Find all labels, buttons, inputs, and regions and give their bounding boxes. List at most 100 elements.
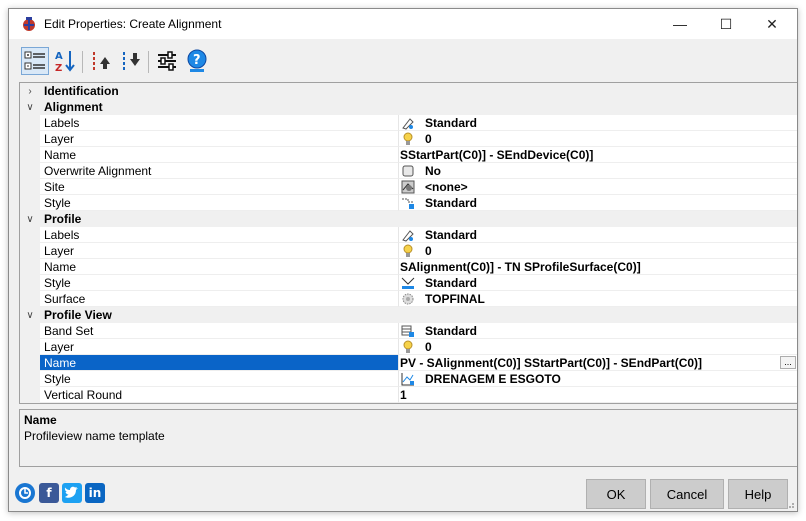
maximize-button[interactable]: ☐ xyxy=(703,9,749,39)
category-profile-view[interactable]: ∨ Profile View xyxy=(20,307,797,323)
lightbulb-icon xyxy=(403,340,413,353)
settings-button[interactable] xyxy=(153,47,181,75)
property-name: Style xyxy=(40,371,398,387)
property-row-site[interactable]: Site <none> xyxy=(20,179,797,195)
app-icon xyxy=(23,17,35,31)
title-bar: Edit Properties: Create Alignment — ☐ ✕ xyxy=(9,9,797,39)
property-value[interactable]: 0 xyxy=(398,243,797,259)
property-value[interactable]: Standard xyxy=(398,227,797,243)
close-icon: ✕ xyxy=(766,15,778,32)
category-profile[interactable]: ∨ Profile xyxy=(20,211,797,227)
property-name: Name xyxy=(40,147,398,163)
edit-properties-dialog: Edit Properties: Create Alignment — ☐ ✕ … xyxy=(8,8,798,512)
category-label: Profile xyxy=(44,212,82,226)
category-identification[interactable]: › Identification xyxy=(20,83,797,99)
property-row-alignment-style[interactable]: Style Standard xyxy=(20,195,797,211)
property-name: Vertical Round xyxy=(40,387,398,403)
property-row-alignment-labels[interactable]: Labels Standard xyxy=(20,115,797,131)
property-value[interactable]: Standard xyxy=(398,275,797,291)
property-row-alignment-name[interactable]: Name SStartPart(C0)] - SEndDevice(C0)] xyxy=(20,147,797,163)
property-value[interactable]: Standard xyxy=(398,195,797,211)
move-up-button[interactable] xyxy=(87,47,115,75)
move-up-icon xyxy=(93,52,110,70)
help-icon: ? xyxy=(187,49,207,72)
minimize-button[interactable]: — xyxy=(657,9,703,39)
property-row-profile-view-layer[interactable]: Layer 0 xyxy=(20,339,797,355)
property-grid: › Identification ∨ Alignment Labels Stan… xyxy=(19,82,797,404)
property-value[interactable]: 0 xyxy=(398,339,797,355)
close-button[interactable]: ✕ xyxy=(749,9,795,39)
category-label: Alignment xyxy=(44,100,103,114)
property-row-profile-view-style[interactable]: Style DRENAGEM E ESGOTO xyxy=(20,371,797,387)
linkedin-icon[interactable]: in xyxy=(85,483,105,503)
property-row-alignment-layer[interactable]: Layer 0 xyxy=(20,131,797,147)
property-name: Overwrite Alignment xyxy=(40,163,398,179)
property-row-profile-labels[interactable]: Labels Standard xyxy=(20,227,797,243)
property-name: Layer xyxy=(40,131,398,147)
svg-text:A: A xyxy=(55,51,63,62)
property-value[interactable]: No xyxy=(398,163,797,179)
checkbox-icon xyxy=(402,165,414,177)
category-label: Profile View xyxy=(44,308,112,322)
community-icon[interactable] xyxy=(15,483,35,503)
property-value[interactable]: Standard xyxy=(398,323,797,339)
lightbulb-icon xyxy=(403,244,413,257)
help-button[interactable]: ? xyxy=(183,47,211,75)
description-title: Name xyxy=(24,413,57,427)
ellipsis-button[interactable]: ... xyxy=(780,356,796,369)
band-set-icon xyxy=(401,325,414,337)
help-button-footer[interactable]: Help xyxy=(728,479,788,509)
property-name: Site xyxy=(40,179,398,195)
move-down-button[interactable] xyxy=(117,47,145,75)
property-name: Style xyxy=(40,195,398,211)
property-row-overwrite-alignment[interactable]: Overwrite Alignment No xyxy=(20,163,797,179)
property-value[interactable]: SStartPart(C0)] - SEndDevice(C0)] xyxy=(398,147,797,163)
property-row-profile-layer[interactable]: Layer 0 xyxy=(20,243,797,259)
property-name: Name xyxy=(40,259,398,275)
chevron-down-icon[interactable]: ∨ xyxy=(24,307,36,323)
property-value[interactable]: 0 xyxy=(398,131,797,147)
twitter-icon[interactable] xyxy=(62,483,82,503)
property-name: Labels xyxy=(40,227,398,243)
property-row-band-set[interactable]: Band Set Standard xyxy=(20,323,797,339)
resize-grip-icon[interactable] xyxy=(785,499,795,509)
property-row-profile-style[interactable]: Style Standard xyxy=(20,275,797,291)
cancel-button[interactable]: Cancel xyxy=(650,479,724,509)
site-icon xyxy=(401,180,415,194)
categorized-view-icon xyxy=(24,51,45,70)
surface-icon xyxy=(402,293,414,305)
property-row-profile-view-name[interactable]: Name PV - SAlignment(C0)] SStartPart(C0)… xyxy=(20,355,797,371)
svg-text:Z: Z xyxy=(55,63,62,73)
property-row-vertical-round[interactable]: Vertical Round 1 xyxy=(20,387,797,403)
description-panel: Name Profileview name template xyxy=(19,409,797,467)
sort-alphabetical-button[interactable]: A Z xyxy=(51,47,79,75)
property-row-surface[interactable]: Surface TOPFINAL xyxy=(20,291,797,307)
style-icon xyxy=(402,198,414,209)
property-value[interactable]: TOPFINAL xyxy=(398,291,797,307)
property-row-profile-name[interactable]: Name SAlignment(C0)] - TN SProfileSurfac… xyxy=(20,259,797,275)
category-alignment[interactable]: ∨ Alignment xyxy=(20,99,797,115)
property-value[interactable]: 1 xyxy=(398,387,797,403)
property-value[interactable]: Standard xyxy=(398,115,797,131)
property-value[interactable]: <none> xyxy=(398,179,797,195)
property-value[interactable]: SAlignment(C0)] - TN SProfileSurface(C0)… xyxy=(398,259,797,275)
category-label: Identification xyxy=(44,84,119,98)
facebook-icon[interactable]: f xyxy=(39,483,59,503)
property-name: Layer xyxy=(40,243,398,259)
chevron-down-icon[interactable]: ∨ xyxy=(24,211,36,227)
chevron-right-icon[interactable]: › xyxy=(24,83,36,99)
lightbulb-icon xyxy=(403,132,413,145)
svg-text:?: ? xyxy=(193,53,201,68)
categorized-view-button[interactable] xyxy=(21,47,49,75)
sliders-icon xyxy=(158,51,176,71)
ok-button[interactable]: OK xyxy=(586,479,646,509)
property-value[interactable]: DRENAGEM E ESGOTO xyxy=(398,371,797,387)
maximize-icon: ☐ xyxy=(719,15,733,32)
property-value[interactable]: PV - SAlignment(C0)] SStartPart(C0)] - S… xyxy=(398,355,797,371)
sort-az-icon: A Z xyxy=(55,51,75,73)
property-name: Name xyxy=(40,355,398,371)
labels-icon xyxy=(402,230,414,242)
property-name: Labels xyxy=(40,115,398,131)
profile-view-style-icon xyxy=(401,373,414,386)
chevron-down-icon[interactable]: ∨ xyxy=(24,99,36,115)
